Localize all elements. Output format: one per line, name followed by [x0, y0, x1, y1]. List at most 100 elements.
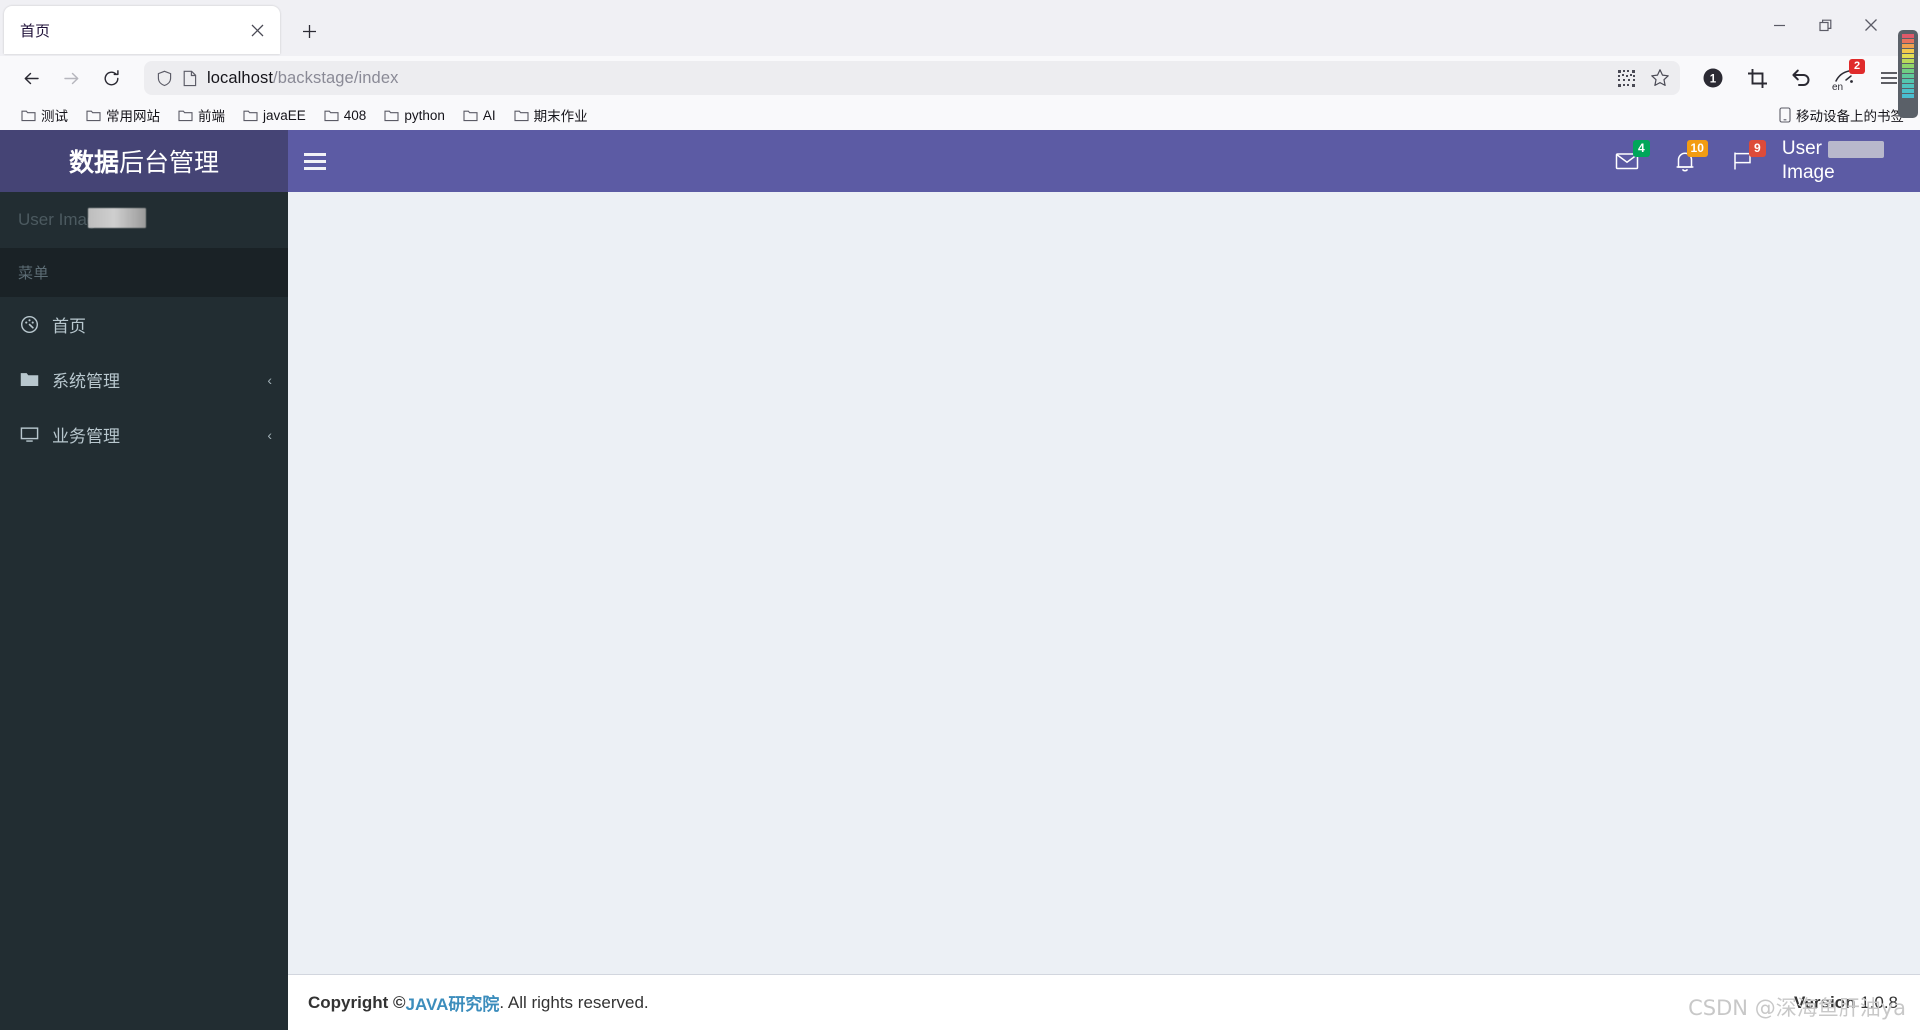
bookmark-item[interactable]: 408 — [317, 105, 374, 126]
shield-icon[interactable] — [156, 70, 173, 87]
bookmark-label: AI — [482, 107, 496, 123]
bookmark-item[interactable]: 前端 — [171, 102, 232, 128]
footer-link[interactable]: JAVA研究院 — [406, 990, 500, 1015]
sidebar: User Image 菜单 首页 系统管理 ‹ 业务管理 ‹ — [0, 192, 288, 1030]
forward-arrow-icon[interactable] — [54, 61, 88, 95]
back-arrow-icon[interactable] — [14, 61, 48, 95]
app-logo[interactable]: 数据 后台管理 — [0, 130, 288, 192]
bookmark-item[interactable]: 期末作业 — [507, 102, 595, 128]
sidebar-user-panel[interactable]: User Image — [0, 192, 288, 248]
bookmark-item[interactable]: python — [377, 105, 452, 126]
chevron-left-icon: ‹ — [267, 426, 272, 443]
crop-tool-icon[interactable] — [1740, 61, 1774, 95]
bookmark-label: 测试 — [41, 109, 68, 124]
notifications-icon[interactable]: 10 — [1656, 130, 1714, 192]
chevron-left-icon: ‹ — [267, 371, 272, 388]
sidebar-item-label: 系统管理 — [52, 372, 120, 391]
sidebar-menu-header: 菜单 — [0, 248, 288, 297]
extension-en-icon[interactable]: en 2 — [1828, 59, 1865, 95]
tab-strip: 首页 — [0, 0, 1920, 56]
user-menu[interactable]: User Image — [1772, 137, 1902, 185]
bookmark-label: 常用网站 — [106, 109, 160, 124]
url-text: localhost/backstage/index — [207, 69, 1608, 88]
sidebar-item-business-management[interactable]: 业务管理 ‹ — [0, 407, 288, 462]
qr-code-icon[interactable] — [1617, 69, 1636, 88]
logo-bold-text: 数据 — [68, 149, 119, 177]
star-icon[interactable] — [1650, 68, 1670, 88]
copyright-prefix: Copyright © — [308, 992, 406, 1012]
user-name-line1: User — [1781, 138, 1822, 160]
content-wrapper: Copyright © JAVA研究院. All rights reserved… — [288, 192, 1920, 1030]
sidebar-item-system-management[interactable]: 系统管理 ‹ — [0, 352, 288, 407]
url-bar[interactable]: localhost/backstage/index — [144, 61, 1680, 95]
bookmark-label: python — [404, 107, 445, 123]
notifications-badge: 10 — [1686, 140, 1708, 157]
folder-icon — [18, 371, 40, 388]
sidebar-item-label: 首页 — [52, 317, 86, 336]
page-icon[interactable] — [182, 70, 198, 87]
version-info: Version 1.0.8 — [1794, 993, 1898, 1013]
app-footer: Copyright © JAVA研究院. All rights reserved… — [288, 974, 1920, 1030]
web-application: 数据 后台管理 4 10 9 User Image User Image 菜单 … — [0, 130, 1920, 1030]
svg-text:1: 1 — [1710, 73, 1717, 85]
browser-toolbar-actions: 1 en 2 — [1696, 59, 1906, 95]
mobile-bookmarks-item[interactable]: 移动设备上的书签 — [1779, 105, 1904, 125]
tab-title: 首页 — [20, 22, 51, 40]
folder-icon — [463, 110, 478, 121]
sidebar-item-label: 业务管理 — [52, 427, 120, 446]
window-controls — [1756, 8, 1894, 42]
account-badge-icon[interactable]: 1 — [1696, 61, 1730, 95]
restore-button[interactable] — [1802, 8, 1848, 42]
browser-window: 首页 localhost/backstage/index 1 en 2 测试 常… — [0, 0, 1920, 1030]
bookmark-item[interactable]: 常用网站 — [79, 102, 167, 128]
tasks-flag-icon[interactable]: 9 — [1714, 130, 1772, 192]
reload-icon[interactable] — [94, 61, 128, 95]
url-path: /backstage/index — [273, 68, 399, 87]
close-button[interactable] — [1848, 8, 1894, 42]
bookmark-label: javaEE — [263, 107, 306, 123]
bookmark-item[interactable]: 测试 — [14, 102, 75, 128]
dashboard-icon — [18, 315, 40, 334]
folder-icon — [243, 110, 258, 121]
main-content-area — [288, 192, 1920, 974]
navigation-toolbar: localhost/backstage/index 1 en 2 — [0, 56, 1920, 100]
redacted-username — [1828, 140, 1884, 158]
messages-icon[interactable]: 4 — [1598, 130, 1656, 192]
folder-icon — [514, 110, 529, 121]
app-header: 数据 后台管理 4 10 9 User Image — [0, 130, 1920, 192]
folder-icon — [21, 110, 36, 121]
tab-close-icon[interactable] — [244, 17, 270, 43]
url-host: localhost — [207, 68, 274, 87]
folder-icon — [324, 110, 339, 121]
new-tab-button[interactable] — [292, 14, 326, 48]
url-bar-actions — [1617, 68, 1672, 88]
app-body: User Image 菜单 首页 系统管理 ‹ 业务管理 ‹ Copyright… — [0, 192, 1920, 1030]
version-label: Version — [1794, 992, 1856, 1012]
topnav-actions: 4 10 9 User Image — [1598, 130, 1902, 192]
sidebar-item-home[interactable]: 首页 — [0, 297, 288, 352]
undo-icon[interactable] — [1784, 61, 1818, 95]
color-gauge-widget[interactable] — [1898, 30, 1918, 118]
folder-icon — [384, 110, 399, 121]
sidebar-toggle-button[interactable] — [288, 130, 342, 192]
minimize-button[interactable] — [1756, 8, 1802, 42]
messages-badge: 4 — [1632, 140, 1650, 157]
mobile-bookmarks-label: 移动设备上的书签 — [1796, 109, 1904, 124]
browser-tab[interactable]: 首页 — [4, 6, 280, 54]
mobile-phone-icon — [1779, 107, 1791, 123]
tasks-badge: 9 — [1748, 140, 1766, 157]
extension-badge-count: 2 — [1849, 59, 1865, 74]
bookmark-item[interactable]: AI — [456, 105, 503, 126]
version-number: 1.0.8 — [1860, 992, 1898, 1012]
top-navbar: 4 10 9 User Image — [288, 130, 1920, 192]
copyright-suffix: . All rights reserved. — [499, 992, 649, 1012]
bookmark-item[interactable]: javaEE — [236, 105, 313, 126]
bookmark-label: 408 — [343, 107, 367, 123]
folder-icon — [178, 110, 193, 121]
monitor-icon — [18, 426, 40, 443]
logo-rest-text: 后台管理 — [119, 149, 220, 177]
folder-icon — [86, 110, 101, 121]
redacted-user-avatar — [88, 208, 146, 228]
bookmark-label: 前端 — [198, 109, 225, 124]
bookmark-label: 期末作业 — [533, 109, 588, 124]
